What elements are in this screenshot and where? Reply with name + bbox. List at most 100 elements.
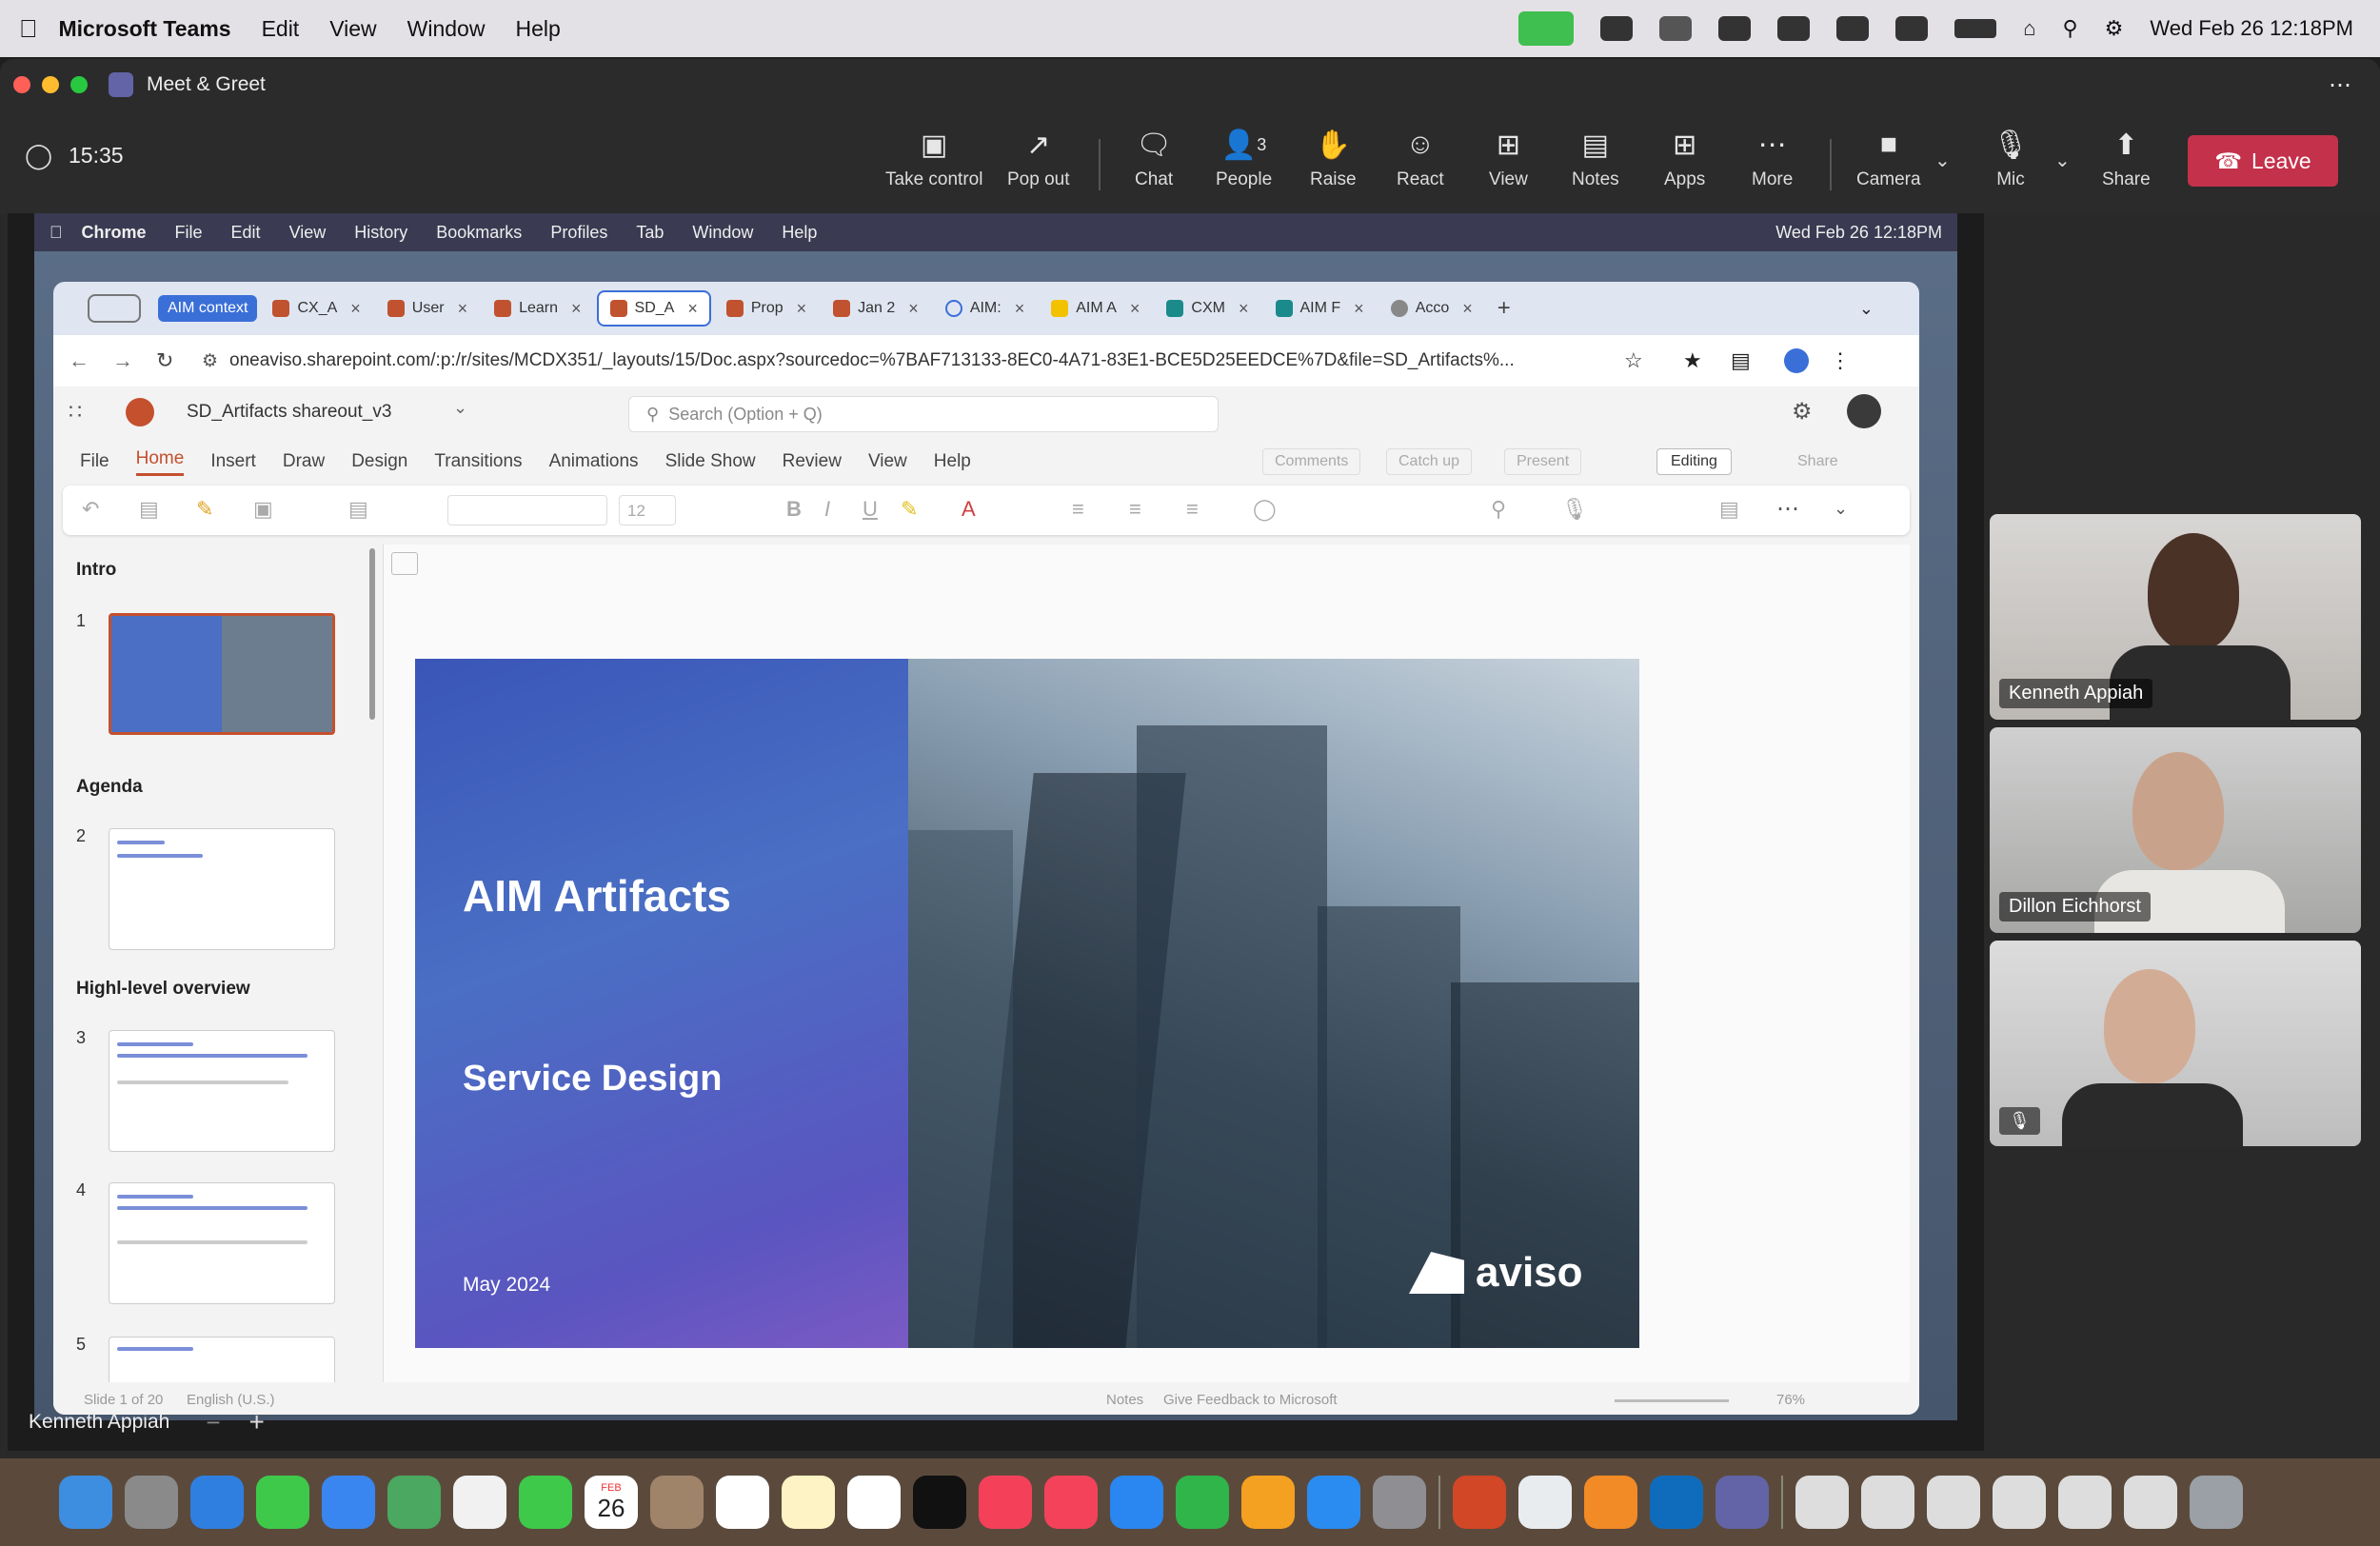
browser-tab[interactable]: AIM: × — [934, 290, 1036, 327]
ribbon-tab-file[interactable]: File — [80, 451, 109, 472]
minimized-window-icon[interactable] — [1993, 1476, 2046, 1529]
tab-close-icon[interactable]: × — [1462, 299, 1473, 319]
italic-icon[interactable]: I — [824, 497, 830, 522]
ribbon-tab-view[interactable]: View — [868, 451, 907, 472]
messages-icon[interactable] — [256, 1476, 309, 1529]
section-title[interactable]: Agenda — [76, 777, 143, 798]
reload-icon[interactable]: ↻ — [156, 348, 173, 373]
launchpad-icon[interactable] — [125, 1476, 178, 1529]
find-icon[interactable]: ⚲ — [1491, 497, 1506, 522]
more-button[interactable]: ⋯ More — [1752, 126, 1793, 190]
minimize-window-button[interactable] — [42, 76, 59, 93]
dictate-icon[interactable]: 🎙 — [1561, 497, 1588, 522]
react-button[interactable]: ☺ React — [1397, 126, 1444, 190]
ribbon-tab-slide-show[interactable]: Slide Show — [665, 451, 756, 472]
user-avatar[interactable] — [1847, 394, 1881, 428]
ribbon-tab-design[interactable]: Design — [351, 451, 407, 472]
tab-search-icon[interactable] — [88, 294, 141, 323]
bold-icon[interactable]: B — [786, 497, 802, 522]
numbering-icon[interactable]: ≡ — [1129, 497, 1141, 522]
audio-icon[interactable] — [1895, 16, 1929, 41]
outlook-tray-icon[interactable] — [1600, 16, 1634, 41]
ribbon-tab-animations[interactable]: Animations — [549, 451, 639, 472]
url-field[interactable]: ⚙ oneaviso.sharepoint.com/:p:/r/sites/MC… — [202, 345, 1582, 377]
close-window-button[interactable] — [13, 76, 30, 93]
cloud-icon[interactable] — [1718, 16, 1752, 41]
slide-thumbnail-2[interactable] — [109, 828, 335, 950]
browser-tab-active[interactable]: SD_A × — [596, 290, 711, 327]
outlook-icon[interactable] — [1650, 1476, 1703, 1529]
notes-app-icon[interactable] — [782, 1476, 835, 1529]
tab-close-icon[interactable]: × — [797, 299, 807, 319]
document-title[interactable]: SD_Artifacts shareout_v3 — [187, 402, 391, 423]
tab-close-icon[interactable]: × — [1354, 299, 1364, 319]
browser-tab[interactable]: Acco × — [1379, 290, 1484, 327]
people-button[interactable]: 👤 3 People — [1216, 126, 1272, 190]
browser-tab[interactable]: Prop × — [715, 290, 818, 327]
window-more-icon[interactable]: ⋯ — [2329, 71, 2351, 99]
ribbon-more-icon[interactable]: ⋯ — [1776, 495, 1799, 523]
pages-icon[interactable] — [1241, 1476, 1295, 1529]
menubar-app-name[interactable]: Microsoft Teams — [59, 16, 231, 42]
site-info-icon[interactable]: ⚙ — [202, 350, 218, 372]
font-color-icon[interactable]: A — [962, 497, 976, 522]
mail-icon[interactable] — [322, 1476, 375, 1529]
side-panel-icon[interactable]: ▤ — [1731, 348, 1751, 373]
minimized-window-icon[interactable] — [1795, 1476, 1849, 1529]
forward-icon[interactable]: → — [112, 348, 133, 373]
apple-tv-icon[interactable] — [913, 1476, 966, 1529]
chrome-menu-icon[interactable]: ⋮ — [1830, 348, 1851, 373]
thumbnail-scrollbar[interactable] — [369, 548, 375, 720]
calendar-icon[interactable]: FEB 26 — [585, 1476, 638, 1529]
control-center-icon[interactable]: ⚙ — [2105, 16, 2124, 41]
menubar-item-help[interactable]: Help — [515, 16, 560, 42]
thumbnail-pane-toggle-icon[interactable] — [391, 552, 418, 575]
powerpoint-icon[interactable] — [1453, 1476, 1506, 1529]
zoom-in-icon[interactable]: + — [249, 1407, 265, 1437]
teams-icon[interactable] — [1716, 1476, 1769, 1529]
tab-close-icon[interactable]: × — [1130, 299, 1140, 319]
numbers-icon[interactable] — [1176, 1476, 1229, 1529]
music-icon[interactable] — [979, 1476, 1032, 1529]
browser-tab[interactable]: CX_A × — [261, 290, 371, 327]
browser-tab[interactable]: Learn × — [483, 290, 592, 327]
notes-button[interactable]: ▤ Notes — [1572, 126, 1619, 190]
profile-icon[interactable] — [1784, 348, 1809, 373]
minimized-window-icon[interactable] — [2124, 1476, 2177, 1529]
mic-options-chevron-icon[interactable]: ⌄ — [2054, 149, 2071, 172]
chrome-icon[interactable] — [1518, 1476, 1572, 1529]
system-settings-icon[interactable] — [1373, 1476, 1426, 1529]
editing-mode-button[interactable]: Editing — [1656, 448, 1732, 475]
zoom-window-button[interactable] — [70, 76, 88, 93]
ribbon-tab-draw[interactable]: Draw — [283, 451, 325, 472]
share-button[interactable]: ⬆ Share — [2102, 126, 2151, 190]
ribbon-tab-help[interactable]: Help — [934, 451, 971, 472]
new-tab-icon[interactable]: + — [1497, 295, 1511, 322]
globe-icon[interactable] — [1777, 16, 1811, 41]
align-icon[interactable]: ≡ — [1186, 497, 1199, 522]
facetime-icon[interactable] — [519, 1476, 572, 1529]
firefox-icon[interactable] — [1584, 1476, 1637, 1529]
menubar-item-view[interactable]: View — [329, 16, 376, 42]
participant-tile[interactable]: 🎙 — [1990, 941, 2361, 1146]
news-icon[interactable] — [1044, 1476, 1098, 1529]
chat-button[interactable]: 🗨 Chat — [1135, 126, 1173, 190]
leave-button[interactable]: ☎ Leave — [2188, 135, 2338, 187]
section-title[interactable]: Highl-level overview — [76, 979, 250, 1000]
ppt-search-box[interactable]: ⚲ Search (Option + Q) — [628, 396, 1219, 432]
apple-icon[interactable]:  — [19, 14, 38, 44]
underline-icon[interactable]: U — [863, 497, 878, 522]
slide-thumbnail-1[interactable] — [109, 613, 335, 735]
extensions-icon[interactable]: ★ — [1683, 348, 1702, 373]
browser-tab[interactable]: Jan 2 × — [822, 290, 930, 327]
app-store-icon[interactable] — [1307, 1476, 1360, 1529]
onedrive-icon[interactable] — [1659, 16, 1693, 41]
minimized-window-icon[interactable] — [1861, 1476, 1914, 1529]
contacts-icon[interactable] — [650, 1476, 704, 1529]
menubar-item-edit[interactable]: Edit — [262, 16, 300, 42]
section-title[interactable]: Intro — [76, 560, 116, 581]
tab-close-icon[interactable]: × — [687, 299, 698, 319]
participant-tile[interactable]: Kenneth Appiah — [1990, 514, 2361, 720]
binoculars-icon[interactable] — [1836, 16, 1870, 41]
browser-tab[interactable]: AIM A × — [1040, 290, 1151, 327]
